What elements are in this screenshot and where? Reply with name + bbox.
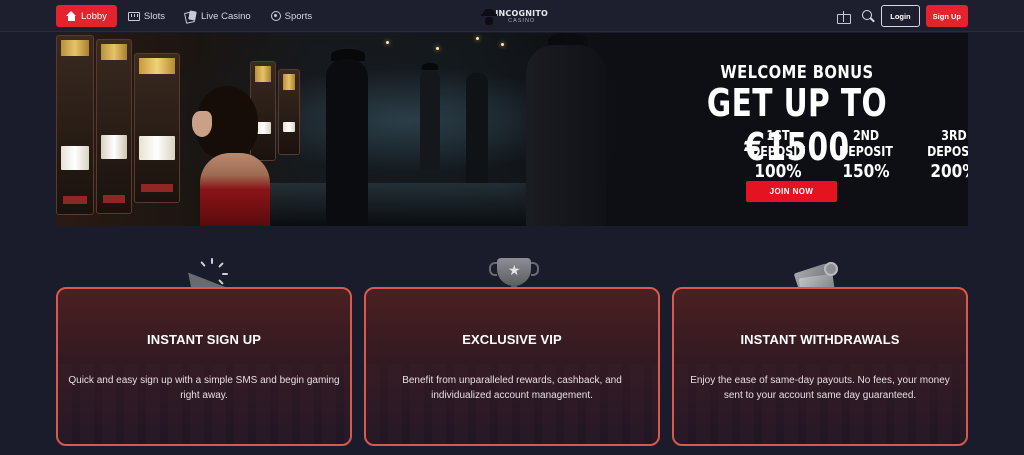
login-button[interactable]: Login — [881, 5, 920, 27]
main-nav: Lobby Slots Live Casino Sports — [56, 5, 323, 27]
gift-icon[interactable] — [837, 10, 852, 24]
feature-card-instant-withdrawals: INSTANT WITHDRAWALS Enjoy the ease of sa… — [672, 287, 968, 446]
nav-item-label: Slots — [143, 10, 166, 22]
feature-description: Benefit from unparalleled rewards, cashb… — [402, 375, 622, 401]
deposit-label: 2ND DEPOSIT — [839, 129, 893, 160]
deposit-tier: 1ST DEPOSIT 100% — [741, 129, 816, 183]
deposit-tier: 3RD DEPOSIT 200% — [917, 129, 968, 183]
logo-subtitle: CASINO — [508, 17, 536, 24]
search-icon[interactable] — [862, 10, 874, 22]
casino-scene-image — [56, 33, 626, 226]
nav-item-live-casino[interactable]: Live Casino — [176, 5, 260, 27]
feature-title: INSTANT SIGN UP — [147, 332, 261, 347]
deposit-label: 3RD DEPOSIT — [927, 129, 968, 160]
ball-icon — [270, 11, 281, 21]
bonus-promo: WELCOME BONUS GET UP TO €1500 1ST DEPOSI… — [626, 33, 968, 226]
deposit-value: 100% — [754, 161, 802, 182]
feature-card-instant-sign-up: INSTANT SIGN UP Quick and easy sign up w… — [56, 287, 352, 446]
cards-icon — [185, 11, 197, 21]
nav-item-lobby[interactable]: Lobby — [56, 5, 117, 27]
deposit-value: 200% — [930, 161, 968, 182]
nav-item-sports[interactable]: Sports — [262, 5, 321, 27]
deposit-tiers: 1ST DEPOSIT 100% 2ND DEPOSIT 150% 3RD DE… — [734, 129, 968, 183]
welcome-bonus-banner[interactable]: WELCOME BONUS GET UP TO €1500 1ST DEPOSI… — [56, 33, 968, 226]
slots-icon — [127, 11, 140, 21]
header-actions: Login Sign Up — [837, 5, 968, 27]
signup-button[interactable]: Sign Up — [925, 5, 968, 27]
logo-name: INCOGNITO — [495, 8, 548, 18]
home-icon — [66, 11, 77, 21]
nav-item-label: Live Casino — [201, 10, 251, 22]
nav-item-label: Sports — [284, 10, 313, 22]
feature-title: EXCLUSIVE VIP — [462, 332, 562, 347]
feature-description: Enjoy the ease of same-day payouts. No f… — [690, 375, 950, 401]
feature-description: Quick and easy sign up with a simple SMS… — [68, 375, 340, 401]
incognito-hat-icon — [480, 9, 498, 25]
deposit-value: 150% — [842, 161, 890, 182]
feature-title: INSTANT WITHDRAWALS — [740, 332, 900, 347]
site-logo[interactable]: INCOGNITO CASINO — [480, 6, 548, 28]
feature-card-exclusive-vip: EXCLUSIVE VIP Benefit from unparalleled … — [364, 287, 660, 446]
welcome-bonus-heading: WELCOME BONUS — [720, 62, 874, 83]
top-header: Lobby Slots Live Casino Sports INCOGNITO… — [0, 0, 1024, 32]
join-now-button[interactable]: JOIN NOW — [746, 181, 837, 202]
nav-item-slots[interactable]: Slots — [119, 5, 174, 27]
deposit-label: 1ST DEPOSIT — [751, 129, 805, 160]
deposit-tier: 2ND DEPOSIT 150% — [829, 129, 904, 183]
nav-item-label: Lobby — [81, 10, 107, 22]
